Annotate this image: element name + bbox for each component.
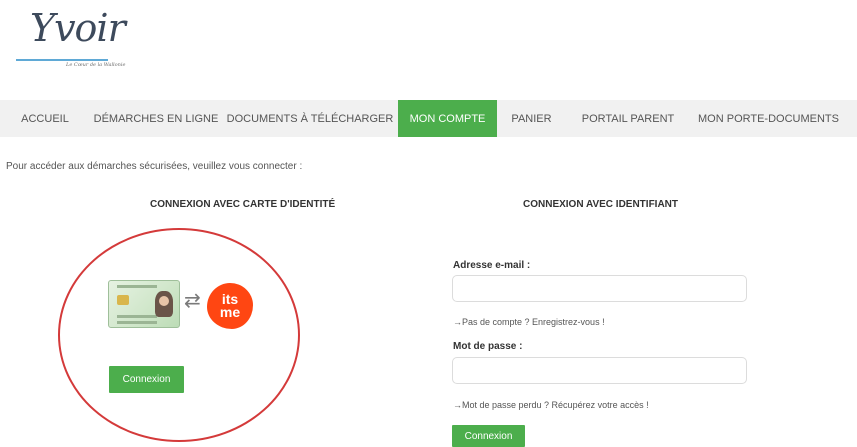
register-link[interactable]: →Pas de compte ? Enregistrez-vous ! [453,317,605,327]
id-card-icon [108,280,180,328]
logo-wordmark: Yvoir [30,6,126,50]
itsme-logo-icon: its me [207,283,253,329]
nav-item-portail-parent[interactable]: PORTAIL PARENT [566,100,690,137]
recover-password-link[interactable]: →Mot de passe perdu ? Récupérez votre ac… [453,400,649,410]
email-label: Adresse e-mail : [453,260,531,271]
nav-item-documents[interactable]: DOCUMENTS À TÉLÉCHARGER [222,100,398,137]
site-logo[interactable]: Yvoir Le Cœur de la Wallonie [6,4,176,74]
nav-item-accueil[interactable]: ACCUEIL [0,100,90,137]
nav-item-panier[interactable]: PANIER [497,100,566,137]
highlight-circle [58,228,300,442]
logo-tagline: Le Cœur de la Wallonie [66,62,126,68]
email-field[interactable] [452,275,747,302]
logo-underline [16,59,108,61]
nav-item-porte-documents[interactable]: MON PORTE-DOCUMENTS [690,100,847,137]
password-label: Mot de passe : [453,341,523,352]
credentials-login-title: CONNEXION AVEC IDENTIFIANT [523,199,679,210]
nav-item-demarches[interactable]: DÉMARCHES EN LIGNE [90,100,222,137]
nav-item-mon-compte[interactable]: MON COMPTE [398,100,497,137]
password-field[interactable] [452,357,747,384]
swap-arrows-icon: ⇄ [184,290,201,312]
itsme-text-me: me [219,304,241,320]
main-navigation: ACCUEIL DÉMARCHES EN LIGNE DOCUMENTS À T… [0,100,857,137]
login-intro-text: Pour accéder aux démarches sécurisées, v… [6,161,303,172]
credentials-login-button[interactable]: Connexion [452,425,525,447]
id-login-button[interactable]: Connexion [109,366,184,393]
id-login-title: CONNEXION AVEC CARTE D'IDENTITÉ [150,199,336,210]
